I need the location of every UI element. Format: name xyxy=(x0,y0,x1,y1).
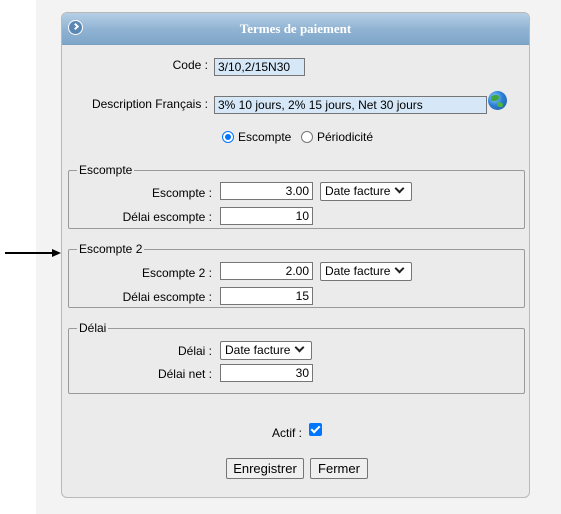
delai-escompte2-label: Délai escompte : xyxy=(122,290,212,304)
escompte2-label: Escompte 2 : xyxy=(141,266,212,280)
actif-checkbox[interactable] xyxy=(309,423,322,436)
escompte2-input[interactable]: 2.00 xyxy=(220,262,313,280)
radio-periodicite-label[interactable]: Périodicité xyxy=(317,130,373,144)
delai-base-select[interactable]: Date facture xyxy=(220,341,312,360)
description-input[interactable]: 3% 10 jours, 2% 15 jours, Net 30 jours xyxy=(214,96,487,114)
delai-escompte2-input[interactable]: 15 xyxy=(220,287,313,305)
escompte-base-select[interactable]: Date facture xyxy=(320,182,412,201)
radio-escompte[interactable] xyxy=(222,131,234,143)
pointer-arrow-head xyxy=(52,249,61,257)
delai-base-select-value: Date facture xyxy=(225,343,291,357)
delai-net-label: Délai net : xyxy=(157,367,212,381)
delai-escompte-input[interactable]: 10 xyxy=(220,207,313,225)
dialog-title: Termes de paiement xyxy=(239,21,352,36)
escompte-legend: Escompte xyxy=(77,163,135,177)
payment-terms-dialog: Termes de paiement Code : 3/10,2/15N30 D… xyxy=(61,12,530,498)
pointer-arrow xyxy=(5,252,55,254)
radio-escompte-label[interactable]: Escompte xyxy=(238,130,291,144)
save-button[interactable]: Enregistrer xyxy=(226,458,304,479)
radio-periodicite[interactable] xyxy=(301,131,313,143)
code-label: Code : xyxy=(172,58,208,72)
chevron-down-icon xyxy=(294,342,305,353)
chevron-down-icon xyxy=(394,183,405,194)
escompte2-legend: Escompte 2 xyxy=(77,242,145,256)
escompte-base-select-value: Date facture xyxy=(325,184,391,198)
escompte2-base-select-value: Date facture xyxy=(325,264,391,278)
escompte2-base-select[interactable]: Date facture xyxy=(320,262,412,281)
delai-group: Délai xyxy=(68,321,525,394)
escompte-input[interactable]: 3.00 xyxy=(220,182,313,200)
chevron-down-icon xyxy=(394,263,405,274)
delai-legend: Délai xyxy=(77,321,109,335)
delai-escompte-label: Délai escompte : xyxy=(122,210,212,224)
description-label: Description Français : xyxy=(91,97,208,111)
code-input[interactable]: 3/10,2/15N30 xyxy=(214,58,305,76)
actif-label: Actif : xyxy=(271,426,302,440)
globe-icon[interactable] xyxy=(488,91,507,110)
escompte-label: Escompte : xyxy=(151,186,212,200)
dialog-header: Termes de paiement xyxy=(62,13,529,45)
close-button[interactable]: Fermer xyxy=(310,458,368,479)
delai-label: Délai : xyxy=(177,344,212,358)
delai-net-input[interactable]: 30 xyxy=(220,364,313,382)
